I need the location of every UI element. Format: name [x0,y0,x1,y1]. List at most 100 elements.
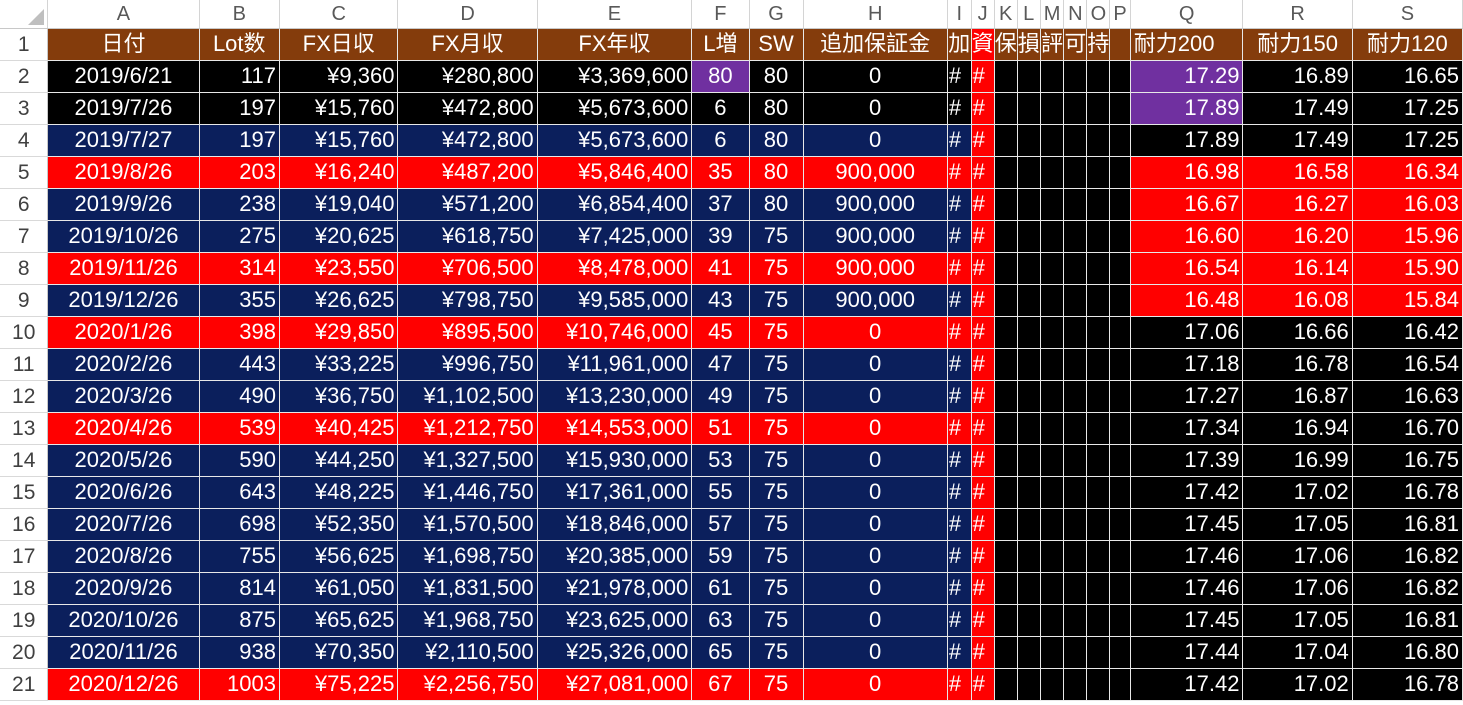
column-header-c[interactable]: C [279,0,399,29]
cell-empty[interactable] [1086,347,1111,381]
cell-endurance-150[interactable]: 17.05 [1242,603,1353,637]
cell-additional-margin[interactable]: 0 [802,571,948,605]
cell-col-j[interactable]: # [970,443,995,477]
cell-date[interactable]: 2019/8/26 [47,155,200,189]
column-header-s[interactable]: S [1352,0,1463,29]
header-cell-c[interactable]: FX日収 [278,27,399,61]
cell-endurance-150[interactable]: 17.49 [1242,91,1353,125]
cell-endurance-120[interactable]: 16.80 [1351,635,1463,669]
cell-fx-daily[interactable]: ¥15,760 [278,91,399,125]
cell-fx-daily[interactable]: ¥23,550 [278,251,399,285]
cell-empty[interactable] [1016,155,1041,189]
cell-col-j[interactable]: # [970,187,995,221]
cell-lot-count[interactable]: 490 [198,379,280,413]
column-header-e[interactable]: E [537,0,693,29]
cell-fx-daily[interactable]: ¥33,225 [278,347,399,381]
cell-empty[interactable] [1109,347,1131,381]
cell-col-i[interactable]: # [946,123,972,157]
cell-empty[interactable] [1086,283,1111,317]
cell-empty[interactable] [1086,411,1111,445]
cell-empty[interactable] [1063,667,1088,701]
cell-empty[interactable] [1086,571,1111,605]
cell-empty[interactable] [1109,379,1131,413]
cell-endurance-120[interactable]: 16.34 [1351,155,1463,189]
cell-date[interactable]: 2020/12/26 [47,667,200,701]
cell-fx-monthly[interactable]: ¥706,500 [397,251,538,285]
cell-endurance-150[interactable]: 16.27 [1242,187,1353,221]
cell-empty[interactable] [1039,507,1065,541]
cell-fx-yearly[interactable]: ¥23,625,000 [536,603,693,637]
cell-empty[interactable] [1016,91,1041,125]
cell-endurance-150[interactable]: 17.04 [1242,635,1353,669]
cell-endurance-200[interactable]: 16.48 [1129,283,1244,317]
cell-empty[interactable] [1016,347,1041,381]
cell-fx-monthly[interactable]: ¥1,446,750 [397,475,538,509]
cell-fx-yearly[interactable]: ¥13,230,000 [536,379,693,413]
cell-sw[interactable]: 75 [748,347,804,381]
cell-empty[interactable] [1039,603,1065,637]
column-header-r[interactable]: R [1242,0,1353,29]
cell-col-i[interactable]: # [946,411,972,445]
cell-fx-daily[interactable]: ¥61,050 [278,571,399,605]
cell-empty[interactable] [1063,187,1088,221]
cell-endurance-200[interactable]: 17.89 [1129,91,1244,125]
header-cell-h[interactable]: 追加保証金 [802,27,948,61]
cell-empty[interactable] [1086,59,1111,93]
cell-endurance-200[interactable]: 17.39 [1129,443,1244,477]
cell-empty[interactable] [1086,219,1111,253]
cell-col-j[interactable]: # [970,315,995,349]
row-header[interactable]: 1 [0,28,49,61]
cell-col-j[interactable]: # [970,283,995,317]
cell-lot-count[interactable]: 539 [198,411,280,445]
cell-date[interactable]: 2019/11/26 [47,251,200,285]
cell-empty[interactable] [1016,251,1041,285]
cell-col-i[interactable]: # [946,347,972,381]
cell-empty[interactable] [1039,283,1065,317]
cell-additional-margin[interactable]: 0 [802,603,948,637]
cell-empty[interactable] [993,379,1018,413]
header-cell-k[interactable]: 保 [993,27,1018,61]
cell-endurance-120[interactable]: 17.25 [1351,91,1463,125]
cell-fx-yearly[interactable]: ¥6,854,400 [536,187,693,221]
cell-date[interactable]: 2020/5/26 [47,443,200,477]
cell-l-increase[interactable]: 65 [691,635,750,669]
cell-empty[interactable] [1016,507,1041,541]
cell-endurance-120[interactable]: 17.25 [1351,123,1463,157]
cell-endurance-120[interactable]: 16.70 [1351,411,1463,445]
cell-empty[interactable] [1086,315,1111,349]
cell-fx-monthly[interactable]: ¥618,750 [397,219,538,253]
cell-endurance-200[interactable]: 17.46 [1129,539,1244,573]
cell-fx-daily[interactable]: ¥65,625 [278,603,399,637]
column-header-q[interactable]: Q [1130,0,1244,29]
cell-col-i[interactable]: # [946,507,972,541]
cell-empty[interactable] [1016,219,1041,253]
cell-l-increase[interactable]: 57 [691,507,750,541]
cell-sw[interactable]: 80 [748,155,804,189]
cell-col-i[interactable]: # [946,603,972,637]
cell-additional-margin[interactable]: 0 [802,443,948,477]
cell-endurance-150[interactable]: 16.89 [1242,59,1353,93]
cell-endurance-120[interactable]: 16.42 [1351,315,1463,349]
cell-empty[interactable] [993,667,1018,701]
cell-empty[interactable] [1016,283,1041,317]
cell-endurance-200[interactable]: 17.46 [1129,571,1244,605]
cell-empty[interactable] [993,219,1018,253]
cell-empty[interactable] [1039,59,1065,93]
cell-empty[interactable] [1063,539,1088,573]
cell-empty[interactable] [993,635,1018,669]
cell-additional-margin[interactable]: 0 [802,667,948,701]
cell-endurance-150[interactable]: 17.49 [1242,123,1353,157]
cell-empty[interactable] [1109,571,1131,605]
row-header[interactable]: 7 [0,220,49,253]
column-header-l[interactable]: L [1017,0,1041,29]
cell-fx-daily[interactable]: ¥20,625 [278,219,399,253]
cell-col-i[interactable]: # [946,667,972,701]
cell-empty[interactable] [1039,347,1065,381]
header-cell-p[interactable] [1109,27,1131,61]
cell-date[interactable]: 2019/10/26 [47,219,200,253]
cell-col-j[interactable]: # [970,667,995,701]
cell-endurance-200[interactable]: 16.54 [1129,251,1244,285]
cell-empty[interactable] [993,507,1018,541]
cell-sw[interactable]: 75 [748,315,804,349]
cell-endurance-120[interactable]: 16.65 [1351,59,1463,93]
